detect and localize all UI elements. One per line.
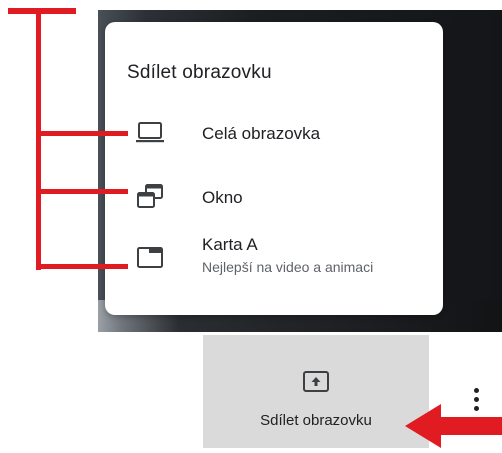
annotation-line-window [36, 189, 128, 194]
annotation-line-entire-screen [36, 131, 128, 136]
popup-title: Sdílet obrazovku [127, 62, 272, 83]
annotation-arrow [405, 404, 502, 448]
annotation-line-top [8, 8, 76, 14]
present-screen-icon [301, 369, 331, 395]
laptop-icon [133, 118, 167, 148]
menu-item-sublabel: Nejlepší na video a animaci [202, 259, 374, 275]
browser-tab-icon [133, 243, 167, 273]
menu-item-entire-screen[interactable]: Celá obrazovka [105, 108, 443, 158]
annotation-line-vertical [36, 8, 41, 270]
menu-item-label: Celá obrazovka [202, 124, 321, 143]
share-screen-label: Sdílet obrazovku [260, 412, 372, 429]
menu-item-window[interactable]: Okno [105, 170, 443, 220]
menu-item-label: Karta A [202, 235, 258, 254]
annotation-line-tab [36, 264, 128, 269]
menu-item-label: Okno [202, 188, 243, 207]
menu-item-tab[interactable]: Karta A Nejlepší na video a animaci [105, 227, 443, 289]
window-icon [133, 182, 167, 212]
share-screen-button[interactable]: Sdílet obrazovku [203, 335, 429, 448]
share-screen-popup: Sdílet obrazovku Celá obrazovka Okno Kar… [105, 22, 443, 315]
